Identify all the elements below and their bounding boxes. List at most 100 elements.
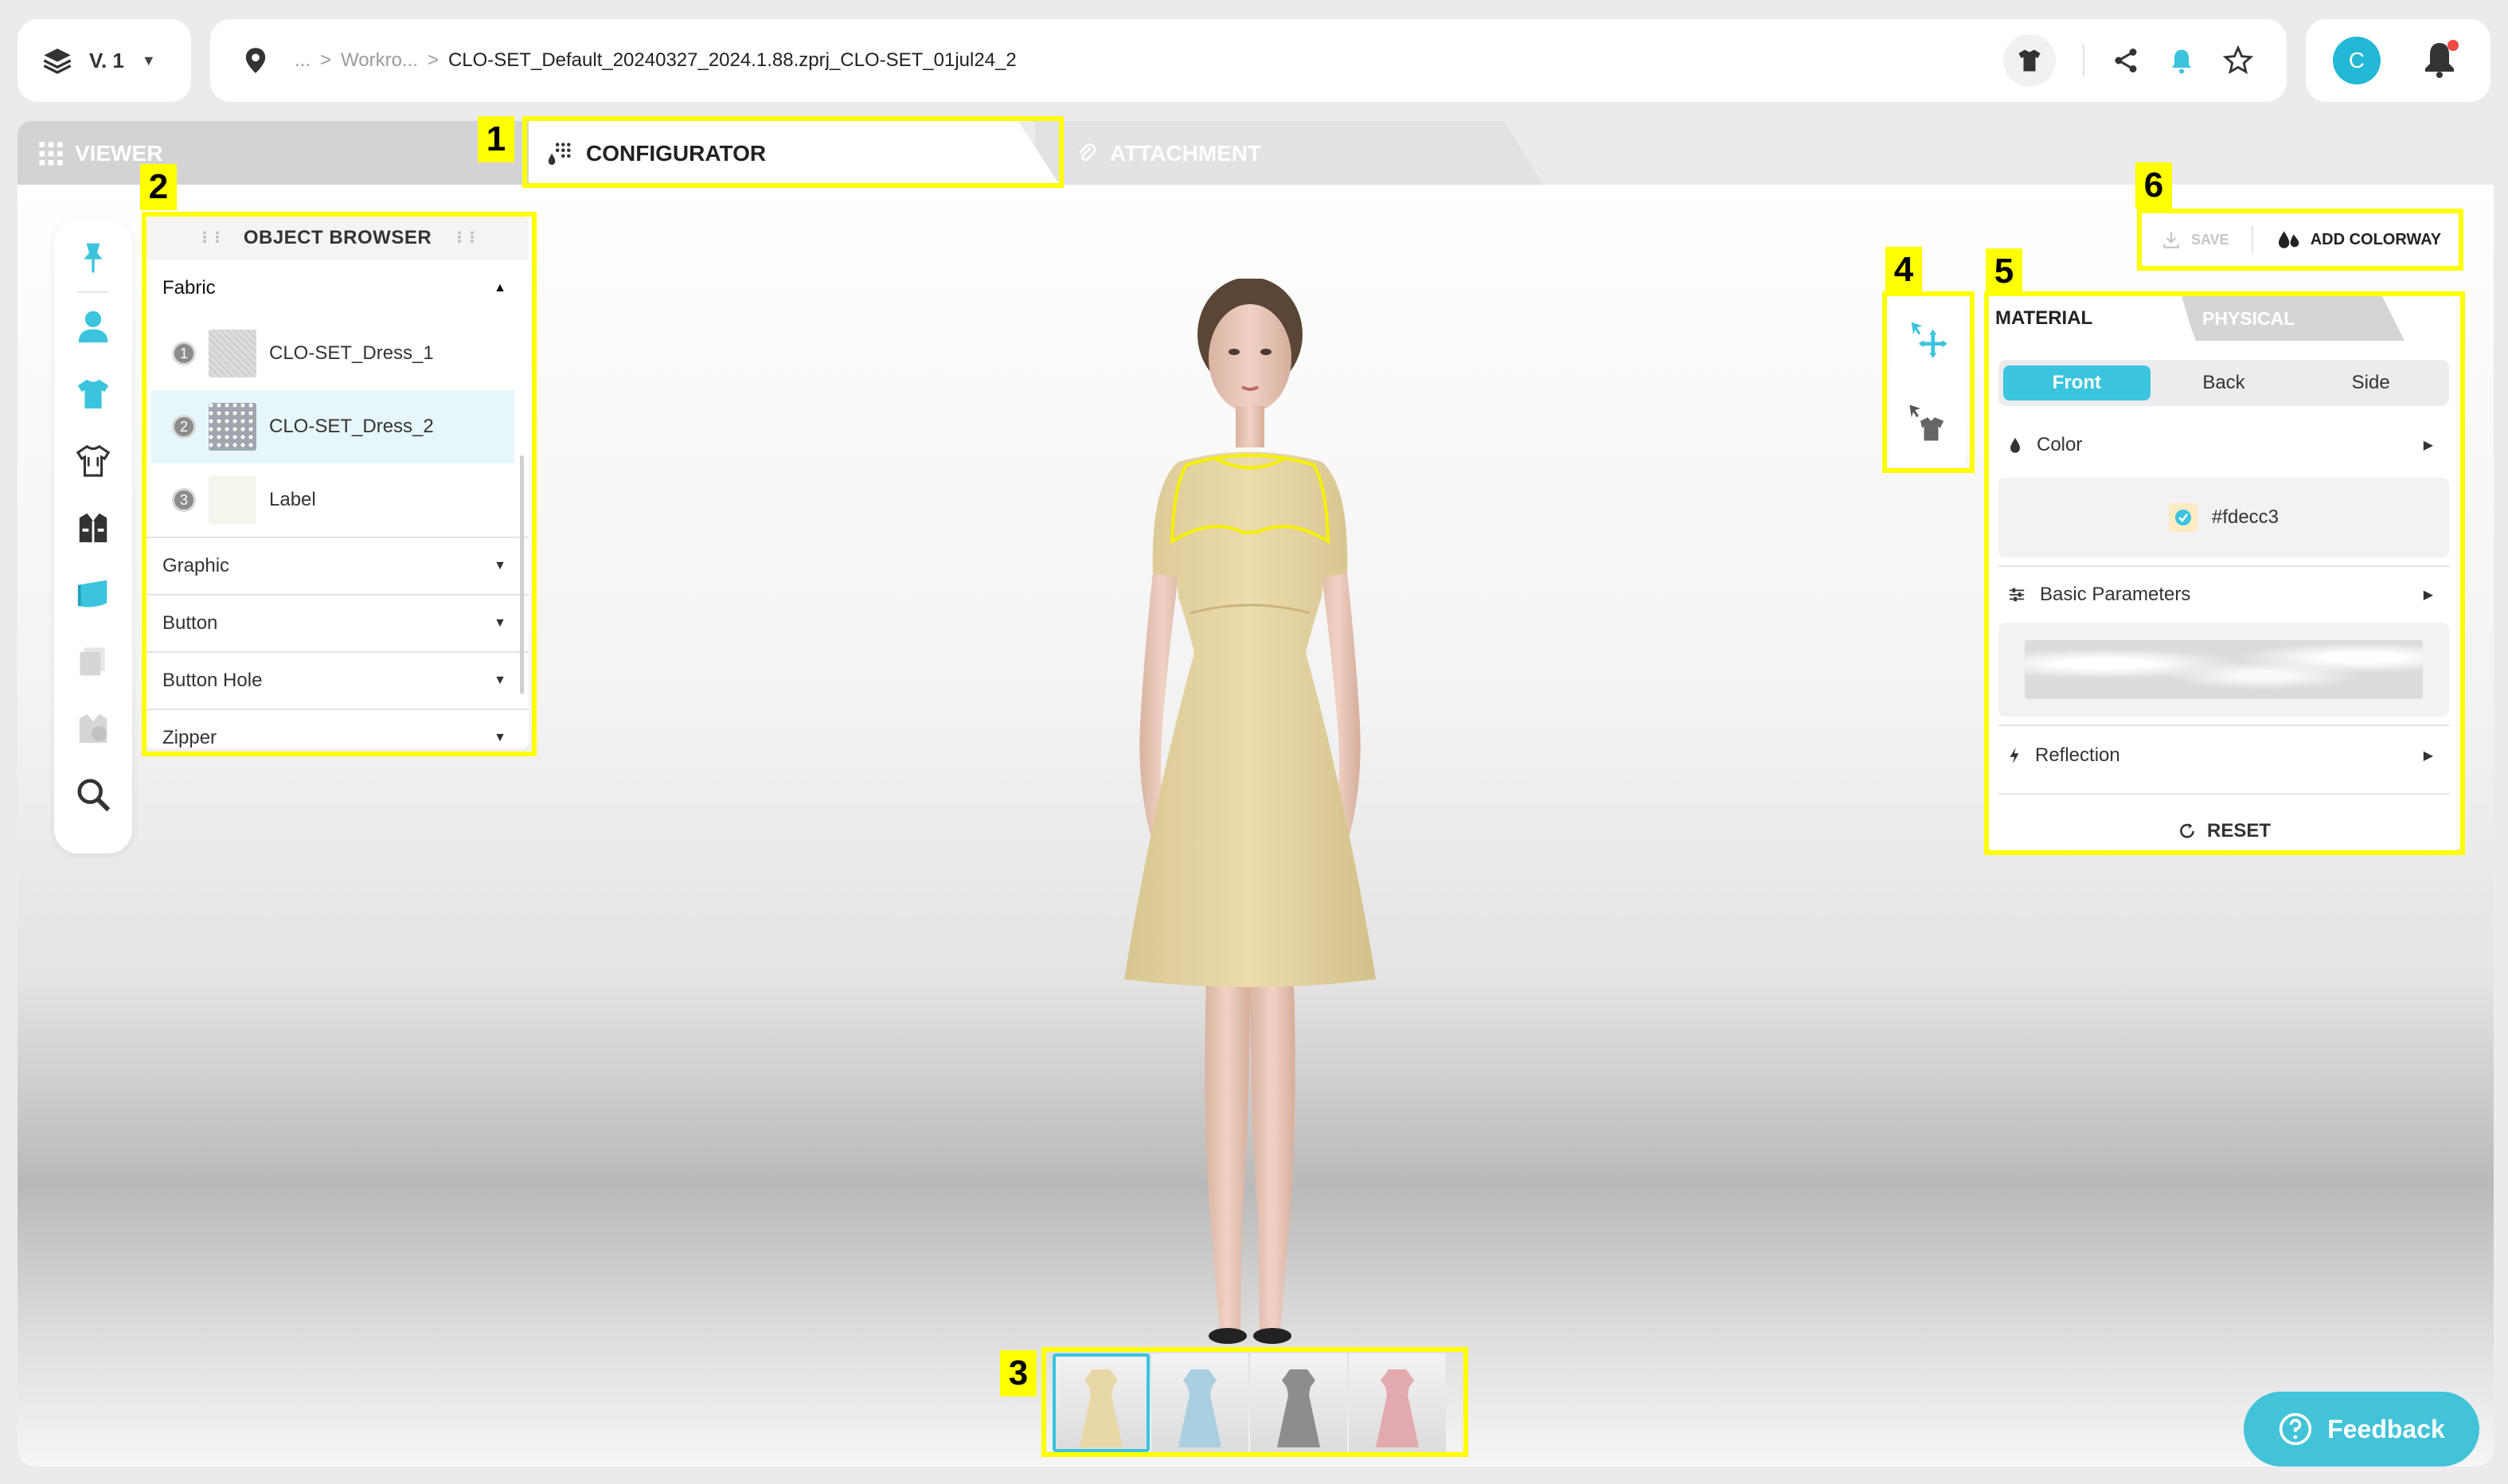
search-tool-button[interactable] <box>71 772 115 817</box>
garment-view-button[interactable] <box>2003 34 2056 87</box>
search-icon <box>77 779 111 812</box>
scrollbar[interactable] <box>520 455 524 694</box>
help-circle-icon <box>2279 1412 2312 1446</box>
fabric-item[interactable]: 3 Label <box>146 463 529 537</box>
paperclip-icon <box>1079 143 1096 162</box>
unread-dot <box>2447 40 2459 51</box>
tab-attachment[interactable]: ATTACHMENT <box>1035 121 1545 186</box>
object-browser-header[interactable]: ⋮⋮ OBJECT BROWSER ⋮⋮ <box>146 217 529 260</box>
basic-parameters-label: Basic Parameters <box>2040 584 2191 605</box>
color-row[interactable]: Color ▶ <box>1987 412 2460 478</box>
sliders-icon <box>2009 588 2025 602</box>
save-button[interactable]: SAVE <box>2161 229 2229 250</box>
left-toolbar <box>54 220 132 853</box>
annotation-label: 5 <box>1986 248 2022 295</box>
color-hex: #fdecc3 <box>2211 506 2279 528</box>
sewing-tool-button[interactable] <box>71 505 115 549</box>
section-graphic[interactable]: Graphic ▼ <box>146 537 529 594</box>
fabric-tool-button[interactable] <box>71 572 115 616</box>
color-label: Color <box>2037 434 2083 455</box>
path-actions <box>2003 19 2253 102</box>
breadcrumb-folder[interactable]: Workro... <box>341 49 418 72</box>
shirt-icon <box>2018 49 2041 72</box>
item-number: 2 <box>172 415 196 439</box>
object-browser: ⋮⋮ OBJECT BROWSER ⋮⋮ Fabric ▲ 1 CLO-SET_… <box>146 217 529 748</box>
notification-bell-icon[interactable] <box>2167 45 2196 76</box>
feedback-label: Feedback <box>2327 1414 2445 1443</box>
tab-attachment-label: ATTACHMENT <box>1110 141 1262 166</box>
avatar[interactable]: C <box>2333 37 2381 84</box>
chevron-right-icon: ▶ <box>2423 588 2433 602</box>
color-swatch <box>2168 503 2197 532</box>
colorway-thumb[interactable] <box>1151 1353 1248 1452</box>
avatar-tool-button[interactable] <box>71 304 115 349</box>
transform-tools <box>1890 298 1965 467</box>
color-value-box[interactable]: #fdecc3 <box>1998 478 2449 557</box>
user-area: C <box>2306 19 2490 102</box>
side-back-button[interactable]: Back <box>2151 365 2298 400</box>
tab-material-label: MATERIAL <box>1995 307 2093 329</box>
item-number: 1 <box>172 342 196 365</box>
colorway-grid-icon <box>548 143 571 166</box>
move-tool-button[interactable] <box>1906 317 1949 364</box>
person-icon <box>78 310 108 343</box>
annotation-label: 6 <box>2135 162 2172 209</box>
section-button-hole-label: Button Hole <box>162 670 263 691</box>
chevron-down-icon: ▼ <box>141 52 156 68</box>
side-selector: Front Back Side <box>1998 360 2449 406</box>
section-button[interactable]: Button ▼ <box>146 594 529 651</box>
colorway-thumb[interactable] <box>1250 1353 1347 1452</box>
side-front-button[interactable]: Front <box>2003 365 2151 400</box>
texture-preview-box[interactable] <box>1998 623 2449 717</box>
version-selector[interactable]: V. 1 ▼ <box>18 19 191 102</box>
fabric-item[interactable]: 1 CLO-SET_Dress_1 <box>146 317 529 390</box>
stack-icon <box>80 647 105 676</box>
fabric-item-selected[interactable]: 2 CLO-SET_Dress_2 <box>151 390 514 463</box>
section-button-hole[interactable]: Button Hole ▼ <box>146 651 529 709</box>
share-icon[interactable] <box>2111 46 2140 75</box>
tab-physical[interactable]: PHYSICAL <box>2182 296 2404 341</box>
tshirt-icon <box>77 379 109 409</box>
path-bar: ... > Workro... > CLO-SET_Default_202403… <box>210 19 2287 102</box>
version-label: V. 1 <box>89 48 124 72</box>
alerts-button[interactable] <box>2420 38 2462 83</box>
tab-material[interactable]: MATERIAL <box>1987 296 2196 341</box>
annotation-label: 4 <box>1885 247 1922 293</box>
breadcrumb-file: CLO-SET_Default_20240327_2024.1.88.zprj_… <box>447 49 1017 71</box>
tab-configurator[interactable]: CONFIGURATOR <box>529 121 1061 186</box>
drag-handle-icon[interactable]: ⋮⋮ <box>197 229 225 246</box>
chevron-down-icon: ▼ <box>494 674 506 687</box>
drops-icon <box>2278 231 2299 248</box>
move-arrows-icon <box>1911 322 1947 358</box>
pin-tool-button[interactable] <box>71 236 115 280</box>
garment-select-tool-button[interactable] <box>1906 401 1949 448</box>
divider <box>2251 226 2253 253</box>
section-fabric-label: Fabric <box>162 277 216 299</box>
basic-parameters-row[interactable]: Basic Parameters ▶ <box>1987 567 2460 623</box>
reset-button[interactable]: RESET <box>1987 799 2460 850</box>
reflection-row[interactable]: Reflection ▶ <box>1987 726 2460 785</box>
colorway-thumb[interactable] <box>1053 1353 1150 1452</box>
add-colorway-button[interactable]: ADD COLORWAY <box>2276 227 2441 252</box>
section-zipper[interactable]: Zipper ▼ <box>146 709 529 748</box>
star-icon[interactable] <box>2223 45 2253 76</box>
shirt-outline-icon <box>76 444 111 477</box>
feedback-button[interactable]: Feedback <box>2244 1392 2479 1466</box>
dress-icon <box>1376 1369 1419 1447</box>
avatar-model[interactable] <box>1051 279 1449 1353</box>
tab-viewer-label: VIEWER <box>75 141 163 166</box>
info-garment-icon <box>79 713 107 744</box>
reset-label: RESET <box>2206 820 2271 842</box>
dress-icon <box>1277 1369 1320 1447</box>
pattern-tool-button[interactable] <box>71 438 115 482</box>
drag-handle-icon[interactable]: ⋮⋮ <box>452 229 479 246</box>
divider <box>2083 45 2084 76</box>
breadcrumb-dots[interactable]: ... <box>295 49 311 72</box>
measure-tool-button <box>71 705 115 750</box>
section-fabric[interactable]: Fabric ▲ <box>146 260 529 317</box>
chevron-down-icon: ▼ <box>494 616 506 630</box>
side-side-button[interactable]: Side <box>2297 365 2444 400</box>
dress-icon <box>1178 1369 1221 1447</box>
colorway-thumb[interactable] <box>1349 1353 1446 1452</box>
garment-tool-button[interactable] <box>71 371 115 416</box>
